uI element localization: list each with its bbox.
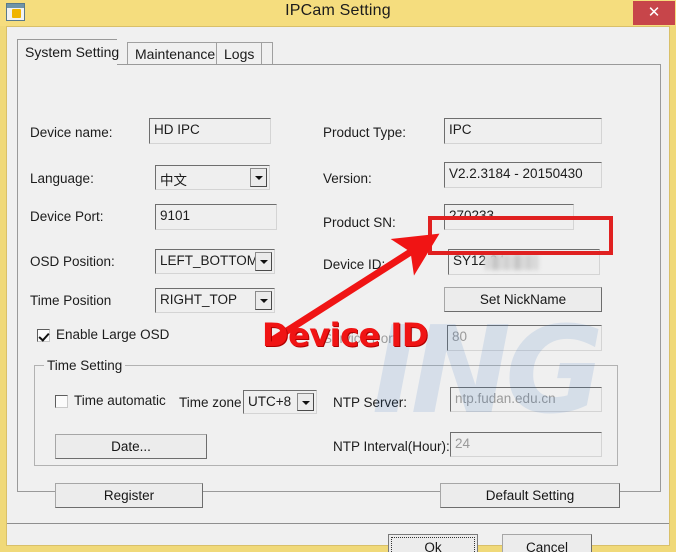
- ipcam-setting-window: IPCam Setting ✕ System Setting Maintenan…: [0, 0, 676, 552]
- register-button[interactable]: Register: [55, 483, 203, 508]
- tab-logs[interactable]: Logs: [216, 42, 263, 65]
- tab-system-setting-label: System Setting: [25, 44, 120, 60]
- title-bar: IPCam Setting ✕: [0, 0, 676, 26]
- set-nickname-button[interactable]: Set NickName: [444, 287, 602, 312]
- chevron-down-icon[interactable]: [255, 291, 272, 310]
- time-position-label: Time Position: [30, 293, 112, 308]
- tab-maintenance-label: Maintenance: [135, 46, 216, 62]
- close-icon[interactable]: ✕: [633, 1, 675, 25]
- product-sn-label: Product SN:: [323, 215, 396, 230]
- device-name-label: Device name:: [30, 125, 113, 140]
- time-zone-select[interactable]: UTC+8: [243, 390, 317, 414]
- product-sn-input[interactable]: 270233: [444, 204, 574, 230]
- device-id-input[interactable]: SY12 84: [448, 249, 600, 275]
- device-port-input[interactable]: 9101: [155, 204, 277, 230]
- product-type-label: Product Type:: [323, 125, 407, 140]
- time-automatic-label: Time automatic: [74, 393, 166, 408]
- default-setting-button[interactable]: Default Setting: [440, 483, 620, 508]
- service-port-input: 80: [447, 325, 602, 351]
- ok-button[interactable]: Ok: [388, 534, 478, 552]
- enable-large-osd-label: Enable Large OSD: [56, 327, 170, 342]
- language-select[interactable]: 中文: [155, 165, 270, 190]
- device-port-label: Device Port:: [30, 209, 104, 224]
- time-zone-select-value: UTC+8: [248, 394, 292, 409]
- osd-position-label: OSD Position:: [30, 254, 115, 269]
- time-position-select-value: RIGHT_TOP: [160, 292, 238, 307]
- checkbox-box: [55, 395, 68, 408]
- osd-position-select[interactable]: LEFT_BOTTOM: [155, 249, 275, 274]
- focus-ring: [391, 537, 475, 552]
- tab-logs-label: Logs: [224, 46, 255, 62]
- tab-notch: [18, 64, 117, 66]
- ntp-server-label: NTP Server:: [333, 395, 408, 410]
- device-name-input[interactable]: HD IPC: [149, 118, 271, 144]
- language-select-value: 中文: [160, 173, 187, 188]
- version-label: Version:: [323, 171, 372, 186]
- chevron-down-icon[interactable]: [255, 252, 272, 271]
- date-button[interactable]: Date...: [55, 434, 207, 459]
- ntp-interval-input: 24: [450, 432, 602, 457]
- chevron-down-icon[interactable]: [297, 393, 314, 411]
- cancel-button[interactable]: Cancel: [502, 534, 592, 552]
- osd-position-select-value: LEFT_BOTTOM: [160, 253, 259, 268]
- chevron-down-icon[interactable]: [250, 168, 267, 187]
- time-zone-label: Time zone: [179, 395, 242, 410]
- tab-strip-filler: [261, 42, 273, 65]
- tab-strip: System Setting Maintenance Logs: [17, 39, 661, 66]
- ntp-interval-label: NTP Interval(Hour):: [333, 439, 450, 454]
- ntp-server-input: ntp.fudan.edu.cn: [450, 387, 602, 412]
- time-setting-group-title: Time Setting: [44, 358, 126, 373]
- service-port-label: Service Port:: [323, 331, 401, 346]
- product-type-input[interactable]: IPC: [444, 118, 602, 144]
- version-input[interactable]: V2.2.3184 - 20150430: [444, 162, 602, 188]
- language-label: Language:: [30, 171, 94, 186]
- client-area: System Setting Maintenance Logs Device n…: [6, 26, 670, 552]
- window-title: IPCam Setting: [285, 2, 391, 19]
- checkbox-box: [37, 329, 50, 342]
- tab-system-setting[interactable]: System Setting: [17, 39, 120, 66]
- device-id-label: Device ID:: [323, 257, 386, 272]
- time-position-select[interactable]: RIGHT_TOP: [155, 288, 275, 313]
- dialog-separator: [7, 523, 669, 524]
- tab-maintenance[interactable]: Maintenance: [127, 42, 224, 65]
